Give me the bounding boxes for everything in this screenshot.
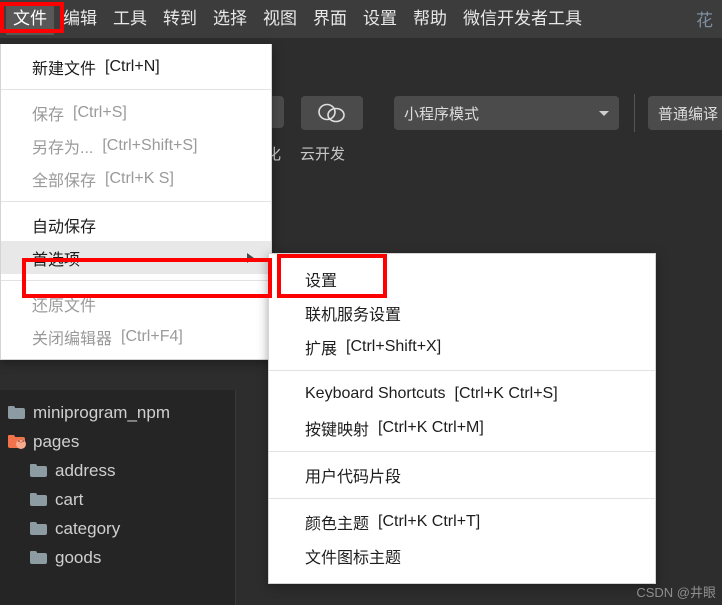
folder-icon xyxy=(30,493,47,506)
folder-icon xyxy=(30,551,47,564)
menu-item-label: 首选项 xyxy=(32,251,81,269)
folder-icon xyxy=(30,522,47,535)
menu-item-label: 关闭编辑器 xyxy=(32,330,113,348)
compile-button-label: 普通编译 xyxy=(658,105,719,123)
menu-item-shortcut: [Ctrl+S] xyxy=(73,103,127,121)
menubar-item-6[interactable]: 界面 xyxy=(306,3,354,35)
file-tree: miniprogram_npmpages address cart category g… xyxy=(0,390,235,605)
menubar-item-0[interactable]: 文件 xyxy=(6,3,54,35)
menu-item-label: 设置 xyxy=(305,273,338,290)
menu-item-label: 全部保存 xyxy=(32,172,97,190)
file-tree-item-label: category xyxy=(55,518,121,538)
menubar-item-3[interactable]: 转到 xyxy=(156,3,204,35)
menu-item[interactable]: 扩展 [Ctrl+Shift+X] xyxy=(269,330,655,364)
chevron-down-icon xyxy=(599,110,609,116)
menu-item-label: 按键映射 xyxy=(305,422,370,439)
menu-item[interactable]: 设置 xyxy=(269,262,655,296)
toolbar-sublabel-cloud[interactable]: 云开发 xyxy=(300,143,345,164)
menu-item-label: 新建文件 xyxy=(32,60,97,78)
file-tree-item[interactable]: category xyxy=(0,514,235,543)
chevron-right-icon xyxy=(247,252,254,263)
menu-item-label: 自动保存 xyxy=(32,218,97,236)
menu-item[interactable]: 文件图标主题 xyxy=(269,539,655,573)
menu-separator xyxy=(1,280,271,281)
menubar-item-7[interactable]: 设置 xyxy=(356,3,404,35)
menu-item[interactable]: 颜色主题 [Ctrl+K Ctrl+T] xyxy=(269,505,655,539)
toolbar-divider xyxy=(634,94,635,132)
file-tree-item-label: goods xyxy=(55,547,102,567)
folder-icon xyxy=(8,435,26,449)
menu-separator xyxy=(1,89,271,90)
file-tree-item[interactable]: pages xyxy=(0,427,235,456)
menu-item-label: 文件图标主题 xyxy=(305,550,402,567)
folder-icon xyxy=(8,406,25,419)
file-menu-dropdown: 新建文件 [Ctrl+N] 保存 [Ctrl+S] 另存为... [Ctrl+Shift+… xyxy=(0,44,272,360)
menu-item[interactable]: 全部保存 [Ctrl+K S] xyxy=(1,162,271,195)
file-tree-item-label: address xyxy=(55,460,116,480)
menu-item[interactable]: 自动保存 xyxy=(1,208,271,241)
menu-bar: 文件 编辑 工具 转到 选择 视图 界面 设置 帮助 微信开发者工具 xyxy=(0,0,722,38)
menu-item[interactable]: 联机服务设置 xyxy=(269,296,655,330)
menu-item[interactable]: 关闭编辑器 [Ctrl+F4] xyxy=(1,320,271,353)
menu-item-label: 还原文件 xyxy=(32,297,97,315)
menu-item[interactable]: 保存 [Ctrl+S] xyxy=(1,96,271,129)
menu-item[interactable]: 用户代码片段 xyxy=(269,458,655,492)
menu-item-label: 用户代码片段 xyxy=(305,469,402,486)
file-tree-item[interactable]: cart xyxy=(0,485,235,514)
menu-item[interactable]: 按键映射 [Ctrl+K Ctrl+M] xyxy=(269,411,655,445)
menu-separator xyxy=(269,370,655,371)
menu-item[interactable]: 新建文件 [Ctrl+N] xyxy=(1,50,271,83)
compile-button[interactable]: 普通编译 xyxy=(648,96,722,130)
menu-item-shortcut: [Ctrl+N] xyxy=(105,57,160,75)
folder-icon xyxy=(30,464,47,477)
file-tree-item-label: miniprogram_npm xyxy=(33,402,170,422)
menu-item-label: 颜色主题 xyxy=(305,516,370,533)
menu-item-shortcut: [Ctrl+Shift+X] xyxy=(346,338,442,355)
preferences-submenu: 设置联机服务设置 扩展 [Ctrl+Shift+X] Keyboard Shortcu… xyxy=(268,253,656,584)
menubar-item-8[interactable]: 帮助 xyxy=(406,3,454,35)
compile-mode-select[interactable]: 小程序模式 xyxy=(394,96,619,130)
menu-item-label: 联机服务设置 xyxy=(305,307,402,324)
menu-item-shortcut: [Ctrl+K Ctrl+T] xyxy=(378,513,481,530)
menu-item[interactable]: 另存为... [Ctrl+Shift+S] xyxy=(1,129,271,162)
menu-item[interactable]: Keyboard Shortcuts [Ctrl+K Ctrl+S] xyxy=(269,377,655,411)
menubar-item-5[interactable]: 视图 xyxy=(256,3,304,35)
menubar-item-9[interactable]: 微信开发者工具 xyxy=(456,3,589,35)
cloud-link-icon xyxy=(318,103,345,123)
menubar-item-1[interactable]: 编辑 xyxy=(56,3,104,35)
menu-item[interactable]: 首选项 xyxy=(1,241,271,274)
menu-item-label: Keyboard Shortcuts xyxy=(305,385,446,402)
menu-separator xyxy=(269,498,655,499)
menu-item-shortcut: [Ctrl+K S] xyxy=(105,169,174,187)
watermark: CSDN @井眼 xyxy=(636,585,716,600)
menu-item-shortcut: [Ctrl+K Ctrl+S] xyxy=(454,385,558,402)
file-tree-item-label: pages xyxy=(33,431,80,451)
file-tree-divider xyxy=(235,390,236,605)
file-tree-item[interactable]: goods xyxy=(0,543,235,572)
menu-item-shortcut: [Ctrl+F4] xyxy=(121,327,183,345)
menu-separator xyxy=(269,451,655,452)
menubar-item-4[interactable]: 选择 xyxy=(206,3,254,35)
cloud-link-icon-button[interactable] xyxy=(301,96,363,130)
menu-item[interactable]: 还原文件 xyxy=(1,287,271,320)
menubar-trailing-text: 花 xyxy=(696,11,713,30)
menu-separator xyxy=(1,201,271,202)
menubar-item-2[interactable]: 工具 xyxy=(106,3,154,35)
file-tree-item[interactable]: miniprogram_npm xyxy=(0,398,235,427)
menu-item-shortcut: [Ctrl+Shift+S] xyxy=(102,136,198,154)
compile-mode-value: 小程序模式 xyxy=(404,105,480,123)
menu-item-label: 保存 xyxy=(32,106,65,124)
menu-item-label: 扩展 xyxy=(305,341,338,358)
file-tree-item[interactable]: address xyxy=(0,456,235,485)
menu-item-shortcut: [Ctrl+K Ctrl+M] xyxy=(378,419,484,436)
file-tree-item-label: cart xyxy=(55,489,84,509)
menu-item-label: 另存为... xyxy=(32,139,94,157)
code-badge-icon xyxy=(16,437,26,449)
